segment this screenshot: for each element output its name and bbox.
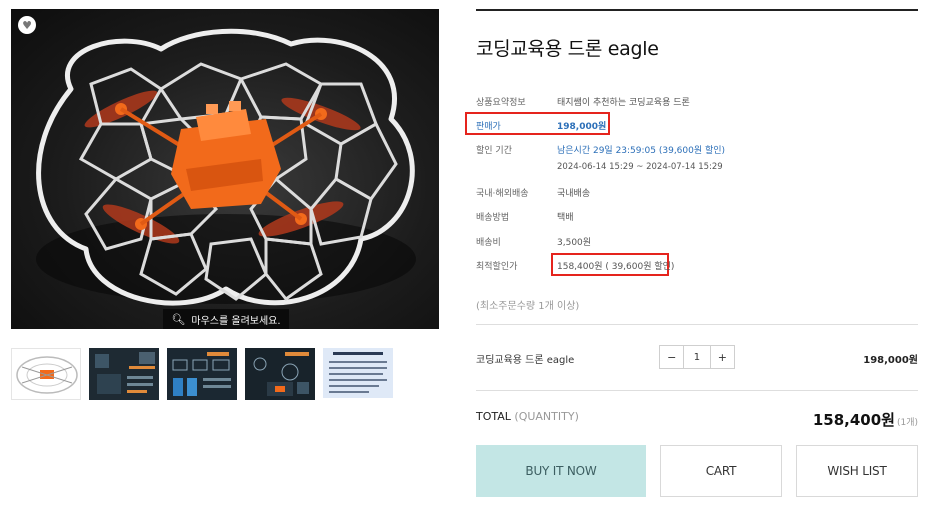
heart-icon[interactable]: ♥: [18, 16, 36, 34]
quantity-input[interactable]: 1: [683, 346, 711, 368]
buy-now-button[interactable]: BUY IT NOW: [476, 445, 646, 497]
cart-button[interactable]: CART: [660, 445, 782, 497]
drone-illustration: [36, 28, 416, 306]
method-label: 배송방법: [476, 213, 510, 223]
zoom-hint-text: 마우스를 올려보세요.: [191, 316, 281, 327]
divider: [476, 390, 918, 391]
wish-list-button[interactable]: WISH LIST: [796, 445, 918, 497]
discount-label: 할인 기간: [476, 146, 512, 156]
divider: [476, 324, 918, 325]
fee-label: 배송비: [476, 238, 501, 248]
quantity-increase-button[interactable]: +: [711, 346, 734, 368]
option-item-price: 198,000원: [863, 355, 918, 366]
min-order-note: (최소주문수량 1개 이상): [476, 301, 580, 312]
total-label: TOTAL (QUANTITY): [476, 410, 579, 423]
option-item-name: 코딩교육용 드론 eagle: [476, 355, 575, 366]
quantity-stepper: − 1 +: [659, 345, 735, 369]
domestic-label: 국내·해외배송: [476, 189, 529, 199]
summary-value: 태지쌤이 추천하는 코딩교육용 드론: [557, 98, 690, 108]
method-value: 택배: [557, 213, 574, 223]
product-title: 코딩교육용 드론 eagle: [476, 38, 659, 60]
thumbnail-4[interactable]: [245, 348, 315, 400]
thumbnail-2[interactable]: [89, 348, 159, 400]
fee-value: 3,500원: [557, 238, 592, 248]
total-label-text: TOTAL: [476, 410, 511, 423]
domestic-value: 국내배송: [557, 189, 591, 199]
summary-label: 상품요약정보: [476, 98, 526, 108]
total-count: (1개): [896, 418, 918, 428]
thumbnail-3[interactable]: [167, 348, 237, 400]
total-price: 158,400원 (1개): [813, 409, 918, 430]
top-divider: [476, 9, 918, 11]
thumbnail-5[interactable]: [323, 348, 393, 398]
best-label: 최적할인가: [476, 262, 518, 272]
thumbnail-1[interactable]: [11, 348, 81, 400]
total-quantity-label: (QUANTITY): [514, 410, 579, 423]
price-value: 198,000원: [557, 122, 607, 132]
zoom-hint: 🔍︎ 마우스를 올려보세요.: [163, 309, 289, 329]
quantity-decrease-button[interactable]: −: [660, 346, 683, 368]
discount-period: 2024-06-14 15:29 ~ 2024-07-14 15:29: [557, 162, 723, 172]
discount-remaining: 남은시간 29일 23:59:05 (39,600원 할인): [557, 146, 726, 156]
total-price-value: 158,400원: [812, 411, 895, 429]
main-product-image[interactable]: ♥ 🔍︎ 마우스를 올려보세요.: [11, 9, 439, 329]
price-label: 판매가: [476, 122, 501, 132]
magnifier-icon: 🔍︎: [171, 313, 186, 326]
best-value: 158,400원 ( 39,600원 할인): [557, 262, 675, 272]
